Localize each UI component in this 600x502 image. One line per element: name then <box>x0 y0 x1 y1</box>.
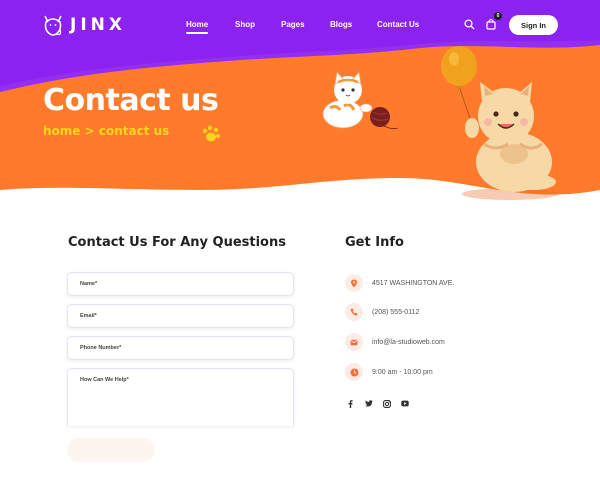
cart-count-badge: 0 <box>494 12 502 20</box>
get-info-title: Get Info <box>345 235 404 250</box>
name-placeholder: Name* <box>80 281 98 287</box>
instagram-icon[interactable] <box>382 399 391 408</box>
info-email: info@la-studioweb.com <box>345 333 445 351</box>
cat-with-balloon-illustration <box>441 46 558 200</box>
nav-item-home[interactable]: Home <box>186 20 209 34</box>
youtube-icon[interactable] <box>400 399 409 408</box>
info-phone: (208) 555-0112 <box>345 303 419 321</box>
cart-button[interactable]: 0 <box>486 12 502 31</box>
nav-item-pages[interactable]: Pages <box>281 20 305 29</box>
hours-text: 9:00 am - 10:00 pm <box>372 368 433 376</box>
page-title: Contact us <box>43 83 219 118</box>
twitter-icon[interactable] <box>364 399 373 408</box>
phone-icon <box>345 303 363 321</box>
nav-item-contact-us[interactable]: Contact Us <box>377 20 419 29</box>
phone-placeholder: Phone Number* <box>80 345 122 351</box>
info-hours: 9:00 am - 10:00 pm <box>345 363 433 381</box>
facebook-icon[interactable] <box>346 399 355 408</box>
message-textarea[interactable]: How Can We Help* <box>67 368 294 426</box>
submit-button[interactable] <box>67 438 155 462</box>
email-field[interactable]: Email* <box>67 304 294 328</box>
email-text[interactable]: info@la-studioweb.com <box>372 339 445 346</box>
clock-icon <box>345 363 363 381</box>
search-icon <box>464 19 475 30</box>
shopping-bag-icon <box>486 18 496 30</box>
email-placeholder: Email* <box>80 313 97 319</box>
top-navbar: JINX Home Shop Pages Blogs Contact Us 0 … <box>0 0 600 50</box>
cat-with-yarn-illustration <box>322 71 399 130</box>
mail-icon <box>345 333 363 351</box>
location-pin-icon <box>345 274 363 292</box>
breadcrumb: home > contact us <box>43 124 170 138</box>
paw-print-icon <box>202 125 220 142</box>
sign-in-button[interactable]: Sign In <box>509 15 558 35</box>
nav-item-shop[interactable]: Shop <box>235 20 255 29</box>
message-placeholder: How Can We Help* <box>80 377 129 383</box>
social-links <box>346 399 409 408</box>
hero-banner: JINX Home Shop Pages Blogs Contact Us 0 … <box>0 0 600 205</box>
search-button[interactable] <box>464 17 478 31</box>
phone-text: (208) 555-0112 <box>372 308 420 316</box>
nav-item-blogs[interactable]: Blogs <box>330 20 352 29</box>
phone-field[interactable]: Phone Number* <box>67 336 294 360</box>
contact-form-title: Contact Us For Any Questions <box>68 235 286 250</box>
info-address: 4517 WASHINGTON AVE. <box>345 274 454 292</box>
name-field[interactable]: Name* <box>67 272 294 296</box>
address-text: 4517 WASHINGTON AVE. <box>372 279 455 287</box>
